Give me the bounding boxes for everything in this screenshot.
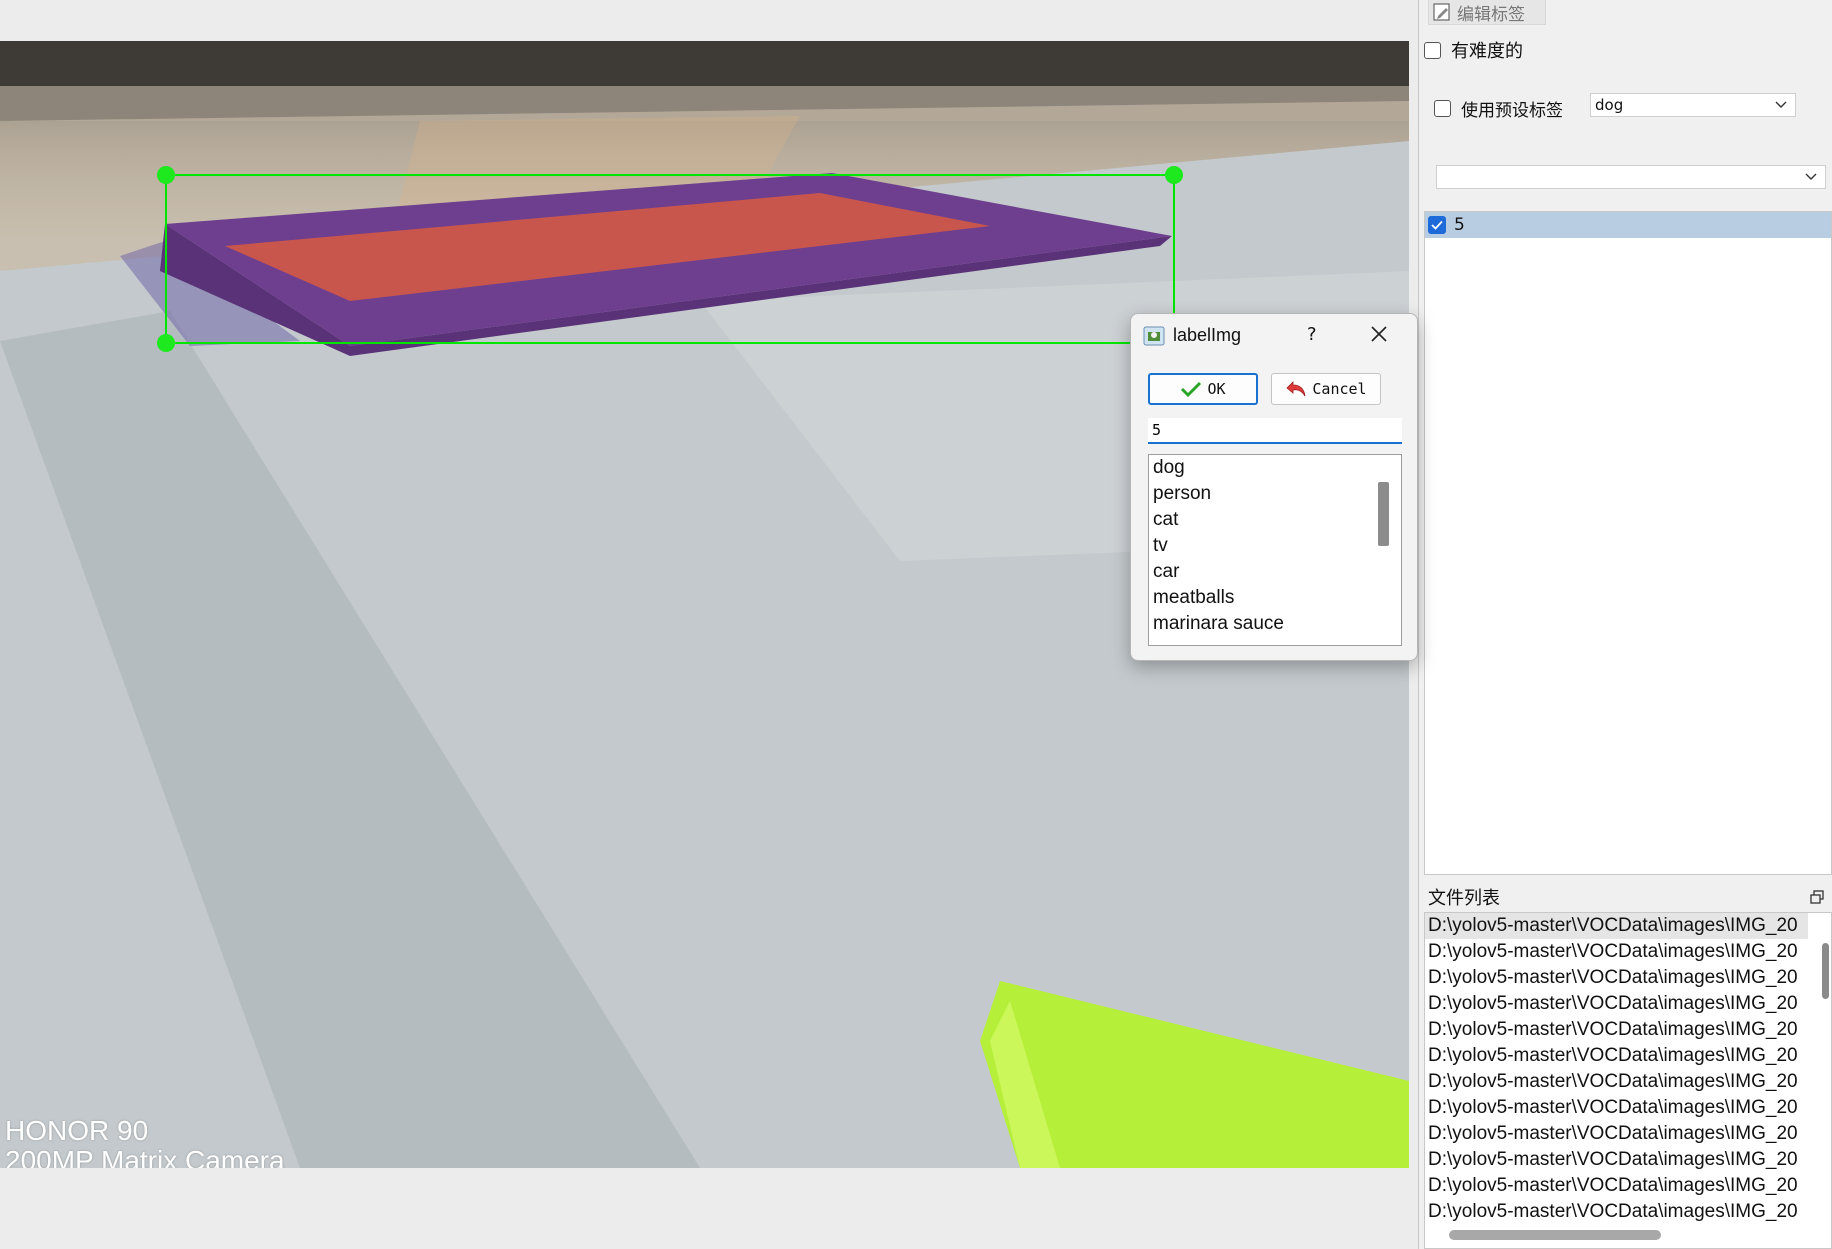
float-dock-icon[interactable] — [1810, 890, 1824, 904]
ok-label: OK — [1207, 380, 1226, 398]
watermark-line2: 200MP Matrix Camera — [5, 1145, 285, 1169]
label-filter-combo[interactable] — [1436, 165, 1826, 189]
chevron-down-icon — [1805, 173, 1817, 180]
file-list-item[interactable]: D:\yolov5-master\VOCData\images\IMG_20 — [1425, 913, 1808, 939]
label-list[interactable]: 5 — [1424, 211, 1832, 875]
camera-watermark: HONOR 90 200MP Matrix Camera — [5, 1115, 285, 1169]
suggestion-item[interactable]: cat — [1149, 507, 1401, 533]
bbox-handle-bottom-left[interactable] — [157, 334, 175, 352]
difficult-checkbox[interactable] — [1424, 41, 1441, 59]
label-dialog: labelImg ? OK Cancel dog person cat tv c… — [1130, 313, 1418, 661]
watermark-line1: HONOR 90 — [5, 1115, 149, 1146]
suggestion-item[interactable]: meatballs — [1149, 585, 1401, 611]
label-item-text: 5 — [1454, 215, 1465, 235]
label-suggestion-list[interactable]: dog person cat tv car meatballs marinara… — [1148, 454, 1402, 646]
suggestion-item[interactable]: dog — [1149, 455, 1401, 481]
difficult-label: 有难度的 — [1451, 41, 1523, 62]
file-list-item[interactable]: D:\yolov5-master\VOCData\images\IMG_20 — [1425, 1069, 1808, 1095]
suggestion-item[interactable]: car — [1149, 559, 1401, 585]
file-list-horizontal-scrollbar[interactable] — [1449, 1230, 1661, 1240]
label-list-item[interactable]: 5 — [1425, 212, 1831, 238]
close-icon[interactable] — [1371, 326, 1387, 342]
checkmark-icon — [1181, 381, 1202, 397]
file-list-vertical-scrollbar[interactable] — [1822, 943, 1829, 999]
file-list-dock-title: 文件列表 — [1424, 883, 1832, 911]
difficult-row[interactable]: 有难度的 — [1424, 37, 1523, 63]
ceiling-band — [0, 41, 1409, 86]
file-list[interactable]: D:\yolov5-master\VOCData\images\IMG_20 D… — [1424, 912, 1832, 1249]
file-list-item[interactable]: D:\yolov5-master\VOCData\images\IMG_20 — [1425, 991, 1808, 1017]
default-label-value: dog — [1595, 96, 1624, 114]
cancel-label: Cancel — [1312, 380, 1367, 398]
use-default-label-row[interactable]: 使用预设标签 — [1434, 96, 1563, 121]
use-default-label-text: 使用预设标签 — [1461, 101, 1563, 121]
checkmark-icon — [1431, 220, 1443, 230]
file-list-item[interactable]: D:\yolov5-master\VOCData\images\IMG_20 — [1425, 1147, 1808, 1173]
suggestion-item[interactable]: person — [1149, 481, 1401, 507]
ok-button[interactable]: OK — [1148, 373, 1258, 405]
cancel-button[interactable]: Cancel — [1271, 373, 1381, 405]
edit-icon — [1433, 3, 1450, 21]
edit-label-button[interactable]: 编辑标签 — [1428, 0, 1546, 25]
file-list-item[interactable]: D:\yolov5-master\VOCData\images\IMG_20 — [1425, 1095, 1808, 1121]
dialog-titlebar[interactable]: labelImg ? — [1131, 314, 1417, 356]
file-list-item[interactable]: D:\yolov5-master\VOCData\images\IMG_20 — [1425, 1173, 1808, 1199]
file-list-item[interactable]: D:\yolov5-master\VOCData\images\IMG_20 — [1425, 1199, 1808, 1225]
label-dock: 编辑标签 有难度的 使用预设标签 dog 5 文件列表 D:\yolov5-ma… — [1420, 0, 1832, 1249]
dialog-title: labelImg — [1173, 325, 1242, 345]
bbox-handle-top-right[interactable] — [1165, 166, 1183, 184]
default-label-combo[interactable]: dog — [1590, 93, 1796, 117]
file-list-item[interactable]: D:\yolov5-master\VOCData\images\IMG_20 — [1425, 1043, 1808, 1069]
file-list-item[interactable]: D:\yolov5-master\VOCData\images\IMG_20 — [1425, 1121, 1808, 1147]
label-item-checkbox[interactable] — [1428, 216, 1446, 234]
file-list-item[interactable]: D:\yolov5-master\VOCData\images\IMG_20 — [1425, 1017, 1808, 1043]
label-input[interactable] — [1148, 418, 1402, 444]
edit-label-text: 编辑标签 — [1457, 4, 1525, 25]
file-list-title: 文件列表 — [1428, 888, 1500, 909]
labelimg-app-icon — [1143, 326, 1165, 346]
bbox-handle-top-left[interactable] — [157, 166, 175, 184]
suggestion-item[interactable]: tv — [1149, 533, 1401, 559]
file-list-item[interactable]: D:\yolov5-master\VOCData\images\IMG_20 — [1425, 965, 1808, 991]
suggestion-item[interactable]: marinara sauce — [1149, 611, 1401, 637]
undo-arrow-icon — [1286, 381, 1306, 397]
help-button[interactable]: ? — [1307, 324, 1317, 345]
chevron-down-icon — [1775, 101, 1787, 108]
suggestion-scrollbar[interactable] — [1378, 482, 1389, 546]
file-list-item[interactable]: D:\yolov5-master\VOCData\images\IMG_20 — [1425, 939, 1808, 965]
use-default-label-checkbox[interactable] — [1434, 100, 1451, 117]
